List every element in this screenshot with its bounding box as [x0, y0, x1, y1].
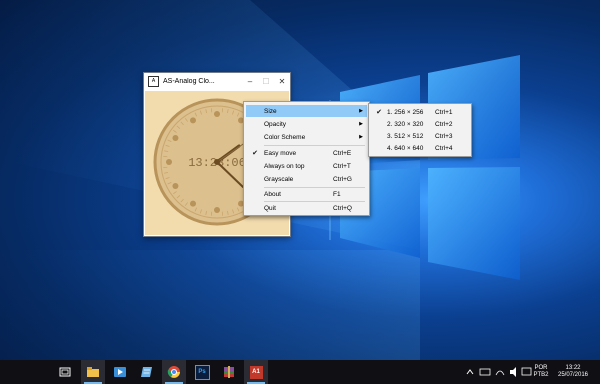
menu-separator — [264, 145, 365, 146]
menu-item-label: Grayscale — [264, 175, 294, 183]
submenu-item-label: 2. 320 × 320 — [387, 120, 424, 128]
submenu-item-label: 4. 640 × 640 — [387, 144, 424, 152]
menu-item-label: Color Scheme — [264, 133, 306, 141]
menu-item-shortcut: Ctrl+T — [333, 162, 351, 170]
submenu-item-label: 1. 256 × 256 — [387, 108, 424, 116]
submenu-item-shortcut: Ctrl+3 — [435, 132, 453, 140]
keyboard-icon — [521, 367, 532, 376]
hour-marker — [214, 111, 220, 117]
check-icon: ✔ — [252, 150, 258, 157]
submenu-item-320[interactable]: 2. 320 × 320 Ctrl+2 — [371, 118, 469, 130]
taskbar-time: 13:22 — [565, 365, 581, 371]
network-icon — [495, 370, 505, 376]
submenu-item-shortcut: Ctrl+1 — [435, 108, 453, 116]
submenu-arrow-icon: ▶ — [359, 121, 363, 127]
hand-pivot — [214, 159, 220, 165]
task-view-icon — [59, 367, 71, 377]
taskbar-clock[interactable]: 13:22 25/07/2016 — [553, 365, 593, 379]
menu-item-label: About — [264, 190, 281, 198]
menu-item-shortcut: Ctrl+G — [333, 175, 352, 183]
hour-marker — [172, 135, 179, 141]
language-indicator[interactable]: POR PTB2 — [531, 365, 551, 379]
menu-item-grayscale[interactable]: Grayscale Ctrl+G — [246, 173, 367, 185]
volume-icon — [510, 367, 516, 377]
hour-marker — [166, 159, 172, 165]
menu-item-label: Easy move — [264, 149, 297, 157]
taskbar-chrome[interactable] — [162, 360, 186, 384]
submenu-item-512[interactable]: 3. 512 × 512 Ctrl+3 — [371, 130, 469, 142]
taskbar-date: 25/07/2016 — [557, 372, 589, 378]
app-icon: A — [148, 76, 159, 87]
folder-icon — [87, 367, 99, 377]
battery-icon — [479, 368, 491, 376]
menu-item-shortcut: F1 — [333, 190, 341, 198]
menu-item-label: Size — [264, 107, 277, 115]
submenu-arrow-icon: ▶ — [359, 108, 363, 114]
taskbar-notepad[interactable] — [135, 360, 159, 384]
menu-item-color-scheme[interactable]: Color Scheme ▶ — [246, 131, 367, 143]
submenu-item-shortcut: Ctrl+2 — [435, 120, 453, 128]
chrome-icon — [167, 366, 180, 378]
hour-marker — [214, 207, 220, 213]
menu-item-shortcut: Ctrl+E — [333, 149, 352, 157]
hour-marker — [190, 117, 196, 124]
analog-clock-icon: A1 — [249, 365, 263, 379]
task-view-button[interactable] — [53, 360, 77, 384]
winrar-icon — [224, 366, 234, 378]
title-bar[interactable]: A AS-Analog Clo... – ☐ ✕ — [144, 73, 290, 90]
menu-item-label: Always on top — [264, 162, 305, 170]
menu-item-label: Quit — [264, 204, 276, 212]
submenu-item-256[interactable]: ✔ 1. 256 × 256 Ctrl+1 — [371, 106, 469, 118]
submenu-item-label: 3. 512 × 512 — [387, 132, 424, 140]
menu-item-about[interactable]: About F1 — [246, 188, 367, 200]
submenu-item-640[interactable]: 4. 640 × 640 Ctrl+4 — [371, 142, 469, 154]
taskbar-winrar[interactable] — [217, 360, 241, 384]
taskbar: Ps A1 POR PTB2 13:22 25/07/2016 — [0, 360, 600, 384]
menu-item-size[interactable]: Size ▶ — [246, 105, 367, 117]
menu-item-easy-move[interactable]: ✔ Easy move Ctrl+E — [246, 147, 367, 159]
hour-marker — [172, 183, 179, 189]
hour-marker — [190, 200, 196, 207]
context-menu[interactable]: Size ▶ Opacity ▶ Color Scheme ▶ ✔ Easy m… — [243, 101, 370, 216]
menu-item-always-on-top[interactable]: Always on top Ctrl+T — [246, 160, 367, 172]
taskbar-file-explorer[interactable] — [81, 360, 105, 384]
taskbar-analog-clock[interactable]: A1 — [244, 360, 268, 384]
menu-item-shortcut: Ctrl+Q — [333, 204, 352, 212]
submenu-arrow-icon: ▶ — [359, 134, 363, 140]
notepad-icon — [141, 367, 152, 377]
media-player-icon — [114, 367, 126, 377]
check-icon: ✔ — [376, 109, 382, 116]
menu-item-opacity[interactable]: Opacity ▶ — [246, 118, 367, 130]
chevron-up-icon — [466, 369, 474, 375]
menu-item-label: Opacity — [264, 120, 287, 128]
maximize-button[interactable]: ☐ — [258, 77, 274, 86]
taskbar-photoshop[interactable]: Ps — [190, 360, 214, 384]
minimize-button[interactable]: – — [242, 77, 258, 86]
system-tray-icons — [466, 367, 532, 377]
taskbar-media-player[interactable] — [108, 360, 132, 384]
menu-item-quit[interactable]: Quit Ctrl+Q — [246, 202, 367, 214]
photoshop-icon: Ps — [194, 364, 210, 380]
submenu-item-shortcut: Ctrl+4 — [435, 144, 453, 152]
size-submenu[interactable]: ✔ 1. 256 × 256 Ctrl+1 2. 320 × 320 Ctrl+… — [368, 103, 472, 157]
close-button[interactable]: ✕ — [274, 77, 290, 86]
window-title: AS-Analog Clo... — [163, 78, 215, 85]
